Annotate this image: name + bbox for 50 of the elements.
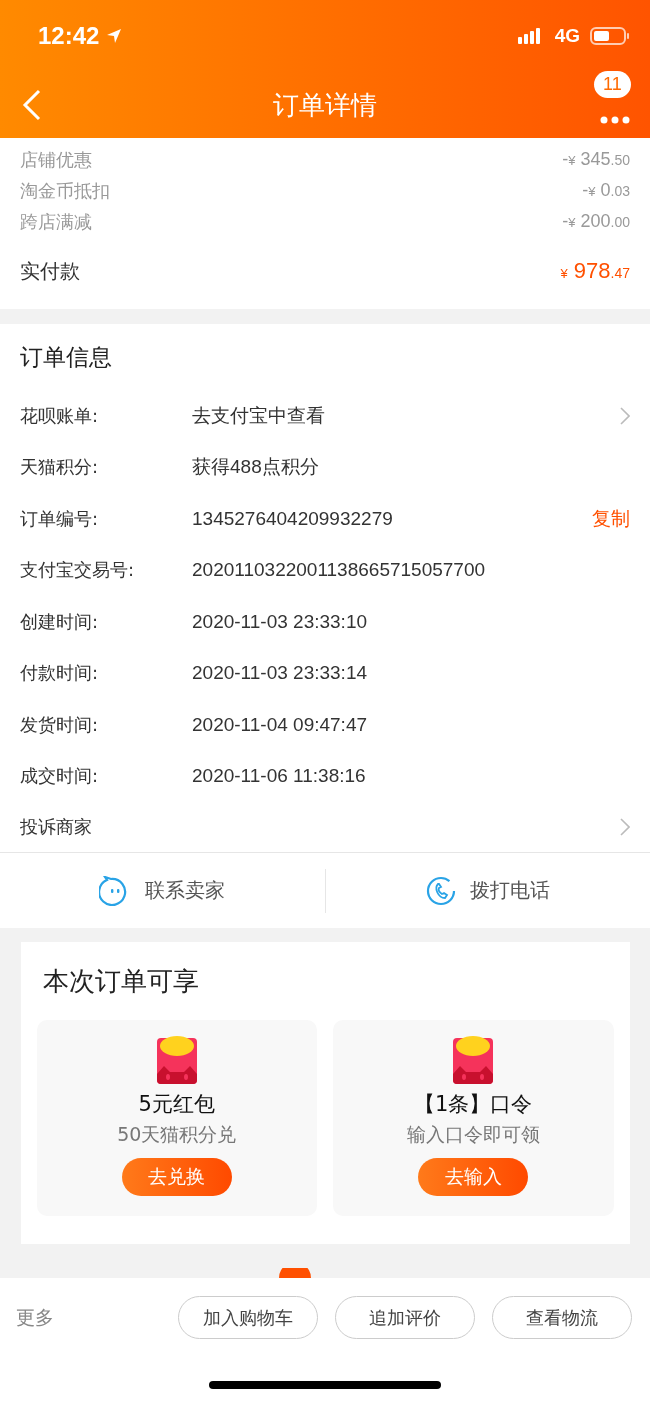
card-title: 本次订单可享 (41, 964, 200, 998)
status-time: 12:42 (38, 22, 100, 50)
chevron-icon[interactable] (620, 406, 630, 425)
discount-label: 跨店满减 (20, 209, 92, 234)
info-label: 发货时间: (20, 712, 100, 737)
info-label[interactable]: 投诉商家 (20, 815, 192, 839)
info-label[interactable]: 花呗账单: (20, 403, 192, 428)
message-badge: 11 (594, 70, 631, 98)
info-value: 1345276404209932279 (192, 507, 393, 530)
action-button[interactable]: 追加评价 (335, 1296, 475, 1339)
info-value: 去支付宝中查看 (192, 403, 325, 428)
network-label: 4G (554, 25, 580, 47)
envelope-icon (155, 1036, 198, 1086)
benefit-subtitle: 输入口令即可领 (406, 1122, 540, 1147)
paid-label: 实付款 (20, 257, 80, 285)
page-title: 订单详情 (272, 88, 378, 122)
location-icon (105, 27, 124, 45)
info-label: 订单编号: (20, 506, 100, 531)
more-link[interactable]: 更多 (16, 1304, 54, 1331)
battery-icon (590, 26, 630, 46)
info-label: 成交时间: (20, 764, 100, 789)
info-label: 天猫积分: (20, 455, 100, 480)
discount-amount: -¥ 0.03 (582, 180, 630, 201)
benefit-subtitle: 50天猫积分兑 (117, 1122, 237, 1147)
action-button[interactable]: 查看物流 (492, 1296, 632, 1339)
info-label: 付款时间: (20, 661, 100, 686)
paid-amount: ¥ 978.47 (560, 258, 630, 284)
info-value: 2020110322001138665715057700 (192, 559, 486, 582)
envelope-icon (452, 1036, 495, 1086)
back-icon[interactable] (22, 89, 42, 121)
benefit-title: 5元红包 (138, 1091, 215, 1118)
info-label: 支付宝交易号: (20, 558, 136, 583)
phone-icon (425, 875, 456, 906)
info-value: 2020-11-04 09:47:47 (192, 713, 368, 736)
discount-amount: -¥ 345.50 (562, 149, 630, 170)
info-label: 创建时间: (20, 609, 100, 634)
contact-button[interactable]: 联系卖家 (0, 875, 325, 906)
discount-label: 淘金币抵扣 (20, 178, 110, 203)
discount-amount: -¥ 200.00 (562, 211, 630, 232)
more-icon[interactable] (600, 115, 630, 124)
contact-button[interactable]: 拨打电话 (325, 875, 650, 906)
action-button[interactable]: 加入购物车 (178, 1296, 318, 1339)
info-value: 2020-11-03 23:33:14 (192, 662, 368, 685)
benefit-title: 【1条】口令 (414, 1091, 533, 1118)
section-title: 订单信息 (20, 342, 113, 372)
info-value: 2020-11-03 23:33:10 (192, 610, 368, 633)
info-value: 2020-11-06 11:38:16 (192, 765, 366, 788)
chevron-icon[interactable] (620, 818, 630, 836)
info-value: 获得488点积分 (192, 455, 319, 480)
discount-label: 店铺优惠 (20, 147, 92, 172)
